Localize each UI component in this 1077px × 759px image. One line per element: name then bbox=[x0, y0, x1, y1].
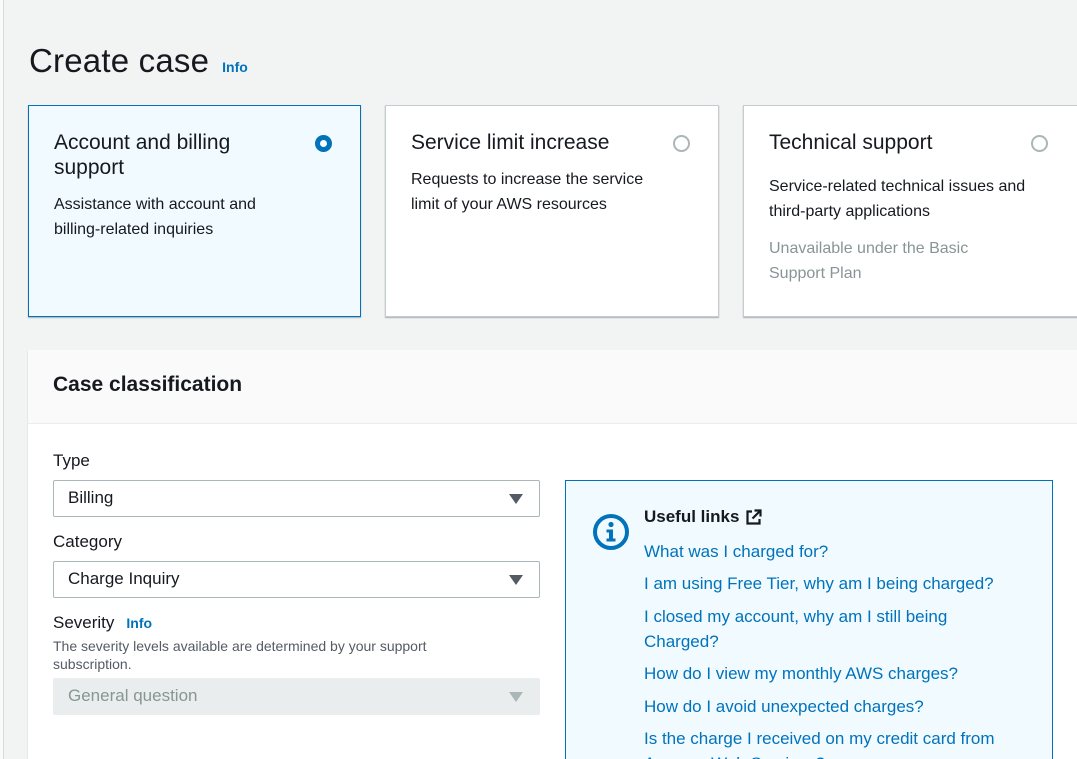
page-header: Create case Info bbox=[29, 42, 248, 80]
severity-info-link[interactable]: Info bbox=[126, 615, 152, 631]
tile-title: Account and billing support bbox=[54, 131, 231, 179]
tile-desc-line: Service-related technical issues and bbox=[769, 178, 1026, 195]
tile-technical-support[interactable]: Technical support Service-related techni… bbox=[743, 105, 1077, 317]
radio-service-limit[interactable] bbox=[673, 135, 690, 152]
tile-desc-line: Requests to increase the service bbox=[411, 171, 644, 188]
tile-account-billing[interactable]: Account and billing support Assistance w… bbox=[28, 105, 361, 317]
type-select[interactable]: Billing bbox=[53, 480, 540, 517]
useful-link[interactable]: How do I avoid unexpected charges? bbox=[644, 694, 1024, 719]
severity-label-row: Severity Info bbox=[53, 613, 152, 633]
severity-select-value: General question bbox=[68, 686, 198, 705]
severity-label: Severity bbox=[53, 613, 115, 632]
page-title: Create case bbox=[29, 42, 210, 79]
tile-title: Technical support bbox=[769, 131, 933, 154]
useful-links-heading: Useful links bbox=[644, 507, 763, 527]
header-info-link[interactable]: Info bbox=[222, 59, 248, 75]
radio-technical-support[interactable] bbox=[1031, 135, 1048, 152]
severity-description: The severity levels available are determ… bbox=[53, 638, 427, 672]
useful-link[interactable]: How do I view my monthly AWS charges? bbox=[644, 661, 1024, 686]
type-select-value: Billing bbox=[68, 488, 114, 507]
external-link-icon[interactable] bbox=[745, 508, 763, 526]
case-classification-panel: Case classification Type Billing Categor… bbox=[28, 350, 1077, 759]
chevron-down-icon bbox=[509, 575, 523, 585]
useful-link[interactable]: Is the charge I received on my credit ca… bbox=[644, 726, 1024, 759]
category-select-value: Charge Inquiry bbox=[68, 569, 180, 588]
tile-desc-line: limit of your AWS resources bbox=[411, 196, 607, 213]
tile-title: Service limit increase bbox=[411, 131, 610, 154]
useful-link[interactable]: What was I charged for? bbox=[644, 539, 1024, 564]
category-select[interactable]: Charge Inquiry bbox=[53, 561, 540, 598]
chevron-down-icon bbox=[509, 692, 523, 702]
info-icon bbox=[593, 514, 629, 550]
tile-note-line: Support Plan bbox=[769, 265, 862, 282]
radio-account-billing[interactable] bbox=[315, 135, 332, 152]
tile-desc-line: billing-related inquiries bbox=[54, 221, 214, 238]
useful-link[interactable]: I closed my account, why am I still bein… bbox=[644, 604, 974, 654]
useful-link[interactable]: I am using Free Tier, why am I being cha… bbox=[644, 571, 1024, 596]
panel-header: Case classification bbox=[28, 350, 1077, 424]
tile-desc-line: Assistance with account and bbox=[54, 196, 256, 213]
type-label: Type bbox=[53, 451, 90, 470]
useful-links-title: Useful links bbox=[644, 507, 740, 526]
useful-links-box: Useful links What was I charged for? I a… bbox=[565, 480, 1053, 759]
category-label: Category bbox=[53, 532, 122, 551]
tile-service-limit[interactable]: Service limit increase Requests to incre… bbox=[385, 105, 719, 317]
severity-select: General question bbox=[53, 678, 540, 715]
chevron-down-icon bbox=[509, 494, 523, 504]
left-nav-edge bbox=[0, 0, 4, 759]
tile-note-line: Unavailable under the Basic bbox=[769, 240, 969, 257]
tile-desc-line: third-party applications bbox=[769, 203, 930, 220]
panel-title: Case classification bbox=[53, 373, 243, 396]
